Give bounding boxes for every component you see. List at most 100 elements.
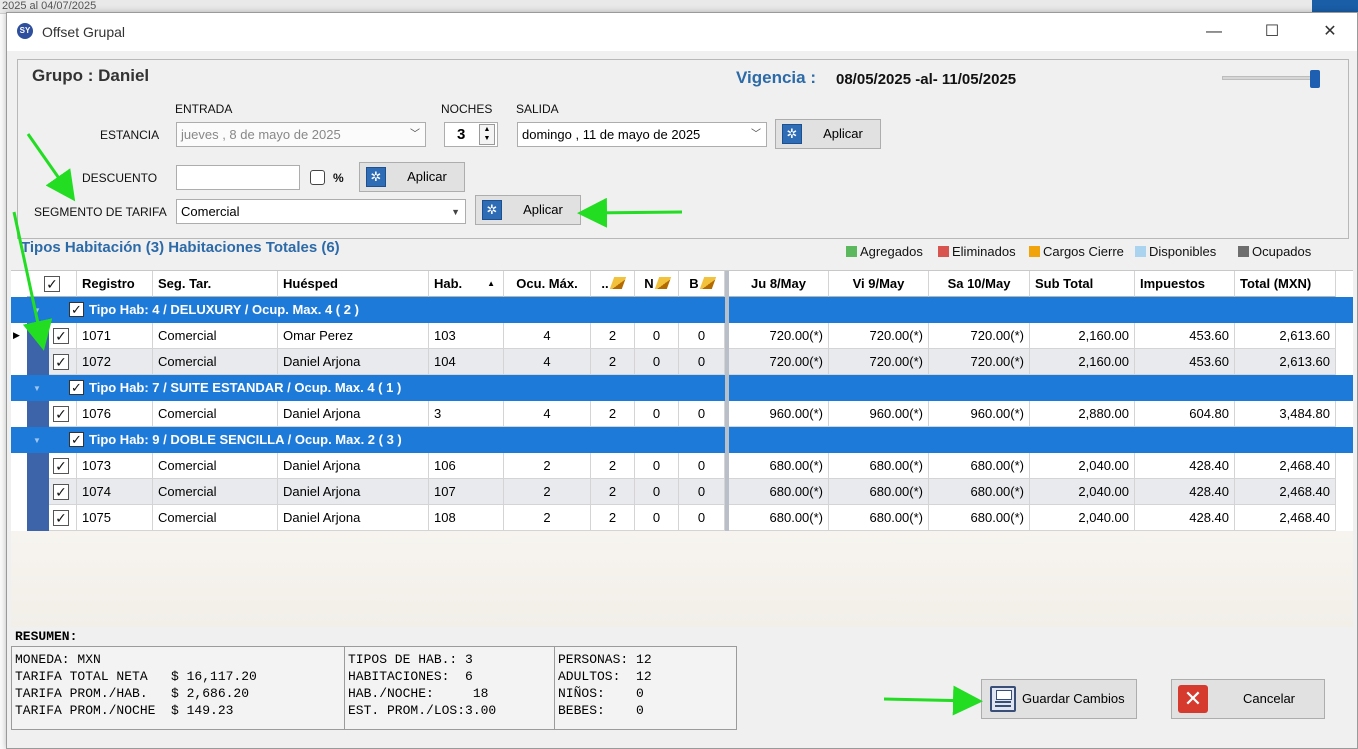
table-row[interactable]: ▶ ✓ 1071 Comercial Omar Perez 103 4 2 0 0 720.00(*… (11, 323, 1353, 349)
group-row[interactable]: ▼ ✓ Tipo Hab: 9 / DOBLE SENCILLA / Ocup. M… (11, 427, 1353, 453)
chevron-down-icon[interactable]: ﹀ (751, 123, 761, 146)
zoom-slider-thumb[interactable] (1310, 70, 1320, 88)
table-cell[interactable]: 680.00(*) (829, 479, 929, 505)
noches-stepper[interactable]: 3 ▲ ▼ (444, 122, 498, 147)
row-checkbox[interactable]: ✓ (53, 354, 69, 370)
guardar-cambios-button[interactable]: Guardar Cambios (981, 679, 1137, 719)
descuento-input[interactable] (176, 165, 300, 190)
table-row[interactable]: ✓ 1075 Comercial Daniel Arjona 108 2 2 0 0 680.00… (11, 505, 1353, 531)
table-row[interactable]: ✓ 1074 Comercial Daniel Arjona 107 2 2 0 0 680.00… (11, 479, 1353, 505)
row-check-cell[interactable]: ✓ (49, 323, 77, 349)
table-cell[interactable]: 720.00(*) (729, 323, 829, 349)
column-header-label: Sub Total (1035, 276, 1094, 291)
group-row[interactable]: ▼ ✓ Tipo Hab: 7 / SUITE ESTANDAR / Ocup. M… (11, 375, 1353, 401)
window-title: Offset Grupal (42, 24, 126, 40)
table-cell[interactable]: 680.00(*) (929, 479, 1030, 505)
row-checkbox[interactable]: ✓ (53, 328, 69, 344)
minimize-button[interactable]: — (1191, 19, 1237, 45)
column-header[interactable]: Impuestos (1135, 271, 1235, 297)
aplicar-segmento-button[interactable]: ✲ Aplicar (475, 195, 581, 225)
entrada-date-picker[interactable]: jueves , 8 de mayo de 2025 ﹀ (176, 122, 426, 147)
table-cell[interactable]: 680.00(*) (829, 453, 929, 479)
table-cell[interactable]: 680.00(*) (829, 505, 929, 531)
row-check-cell[interactable]: ✓ (49, 453, 77, 479)
row-checkbox[interactable]: ✓ (53, 406, 69, 422)
table-cell: 0 (679, 401, 725, 427)
row-indent (27, 479, 49, 505)
select-all-cell[interactable]: ✓ (27, 271, 77, 297)
row-check-cell[interactable]: ✓ (49, 349, 77, 375)
table-cell[interactable]: 680.00(*) (729, 479, 829, 505)
group-row[interactable]: ▼ ✓ Tipo Hab: 4 / DELUXURY / Ocup. Max. 4 … (11, 297, 1353, 323)
sort-ascending-icon[interactable]: ▲ (487, 271, 495, 296)
column-header-label: Seg. Tar. (158, 276, 212, 291)
dropdown-arrow-icon[interactable]: ▼ (451, 201, 460, 223)
row-checkbox[interactable]: ✓ (53, 510, 69, 526)
row-checkbox[interactable]: ✓ (53, 484, 69, 500)
table-row[interactable]: ✓ 1073 Comercial Daniel Arjona 106 2 2 0 0 680.00… (11, 453, 1353, 479)
table-cell[interactable]: 960.00(*) (729, 401, 829, 427)
table-cell[interactable]: 680.00(*) (729, 453, 829, 479)
table-cell[interactable]: 720.00(*) (929, 349, 1030, 375)
table-cell[interactable]: 960.00(*) (929, 401, 1030, 427)
group-checkbox[interactable]: ✓ (69, 302, 84, 317)
column-header[interactable]: Registro (77, 271, 153, 297)
column-header[interactable]: Huésped (278, 271, 429, 297)
table-cell[interactable]: 720.00(*) (929, 323, 1030, 349)
column-header[interactable]: Sa 10/May (929, 271, 1030, 297)
resumen-line: ADULTOS: 12 (558, 669, 652, 684)
percent-checkbox[interactable] (310, 170, 325, 185)
segmento-value: Comercial (181, 204, 240, 219)
salida-date-picker[interactable]: domingo , 11 de mayo de 2025 ﹀ (517, 122, 767, 147)
table-cell[interactable]: 720.00(*) (729, 349, 829, 375)
cancelar-button[interactable]: ✕ Cancelar (1171, 679, 1325, 719)
pencil-edit-icon (609, 277, 626, 289)
estancia-label: ESTANCIA (100, 128, 160, 142)
column-header[interactable]: Seg. Tar. (153, 271, 278, 297)
row-check-cell[interactable]: ✓ (49, 479, 77, 505)
legend-label: Ocupados (1252, 244, 1312, 259)
legend-label: Agregados (860, 244, 923, 259)
table-row[interactable]: ✓ 1072 Comercial Daniel Arjona 104 4 2 0 0 720.00… (11, 349, 1353, 375)
close-button[interactable]: ✕ (1307, 19, 1353, 45)
stepper-arrows-icon[interactable]: ▲ ▼ (479, 124, 495, 145)
row-check-cell[interactable]: ✓ (49, 401, 77, 427)
aplicar-descuento-label: Aplicar (407, 169, 447, 184)
table-cell: 604.80 (1135, 401, 1235, 427)
collapse-arrow-icon[interactable]: ▼ (33, 436, 41, 445)
table-cell[interactable]: 960.00(*) (829, 401, 929, 427)
chevron-down-icon[interactable]: ﹀ (410, 123, 420, 146)
column-header[interactable]: N (635, 271, 679, 297)
row-checkbox[interactable]: ✓ (53, 458, 69, 474)
collapse-arrow-icon[interactable]: ▼ (33, 384, 41, 393)
resumen-line: HABITACIONES: 6 (348, 669, 473, 684)
table-cell[interactable]: 680.00(*) (929, 505, 1030, 531)
pencil-edit-icon (654, 277, 671, 289)
segmento-select[interactable]: Comercial ▼ (176, 199, 466, 224)
table-cell[interactable]: 680.00(*) (929, 453, 1030, 479)
column-header[interactable]: B (679, 271, 725, 297)
aplicar-estancia-button[interactable]: ✲ Aplicar (775, 119, 881, 149)
maximize-button[interactable]: ☐ (1249, 19, 1295, 45)
column-header[interactable]: .. (591, 271, 635, 297)
column-header[interactable]: Ocu. Máx. (504, 271, 591, 297)
column-header[interactable]: Total (MXN) (1235, 271, 1336, 297)
collapse-arrow-icon[interactable]: ▼ (33, 306, 41, 315)
table-cell: 2 (591, 401, 635, 427)
column-header[interactable]: Ju 8/May (729, 271, 829, 297)
group-checkbox[interactable]: ✓ (69, 432, 84, 447)
table-cell[interactable]: 720.00(*) (829, 349, 929, 375)
table-cell[interactable]: 680.00(*) (729, 505, 829, 531)
zoom-slider-track[interactable] (1222, 76, 1314, 80)
group-checkbox[interactable]: ✓ (69, 380, 84, 395)
table-cell: 0 (679, 323, 725, 349)
table-row[interactable]: ✓ 1076 Comercial Daniel Arjona 3 4 2 0 0 960.00(*… (11, 401, 1353, 427)
table-cell[interactable]: 720.00(*) (829, 323, 929, 349)
aplicar-descuento-button[interactable]: ✲ Aplicar (359, 162, 465, 192)
row-check-cell[interactable]: ✓ (49, 505, 77, 531)
select-all-checkbox[interactable]: ✓ (44, 276, 60, 292)
column-header[interactable]: Vi 9/May (829, 271, 929, 297)
column-header[interactable]: Hab. ▲ (429, 271, 504, 297)
table-cell: 4 (504, 323, 591, 349)
column-header[interactable]: Sub Total (1030, 271, 1135, 297)
